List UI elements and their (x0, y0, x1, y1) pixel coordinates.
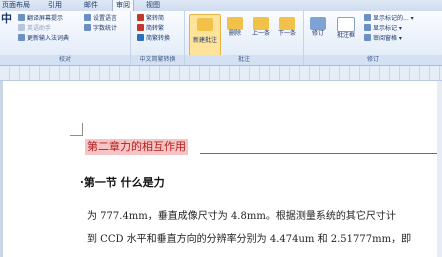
group-proofing: 中 翻译屏幕提示 英语助手 更新输入法词典 设置语言 字数统计 校对 (0, 11, 131, 65)
group-chinese-conversion: 繁转简 简转繁 简繁转换 中文简繁转换 (131, 11, 185, 65)
body-line-1[interactable]: 为 777.4mm，垂直成像尺寸为 4.8mm。根据测量系统的其它尺寸计 (87, 207, 396, 222)
ribbon: 中 翻译屏幕提示 英语助手 更新输入法词典 设置语言 字数统计 校对 繁转简 简… (0, 11, 442, 66)
chapter-heading[interactable]: 第二章力的相互作用 (85, 139, 188, 155)
delete-comment-icon (227, 17, 243, 30)
show-markup-dropdown[interactable]: 显示标记 ▾ (364, 24, 402, 33)
prev-comment-button[interactable]: 上一条 (249, 14, 273, 54)
chinese-char-icon: 中 (1, 12, 12, 25)
tab-mailings[interactable]: 邮件 (84, 0, 98, 11)
track-changes-icon (310, 17, 326, 30)
group-label-proofing: 校对 (0, 55, 130, 65)
vertical-scrollbar[interactable] (437, 81, 442, 257)
ruler-ticks (0, 66, 442, 80)
english-assistant-button[interactable]: 英语助手 (18, 24, 51, 33)
ribbon-tab-bar: 页面布局 引用 邮件 审阅 视图 (0, 0, 442, 12)
prev-comment-icon (253, 17, 269, 30)
translate-tip-button[interactable]: 翻译屏幕提示 (18, 14, 63, 23)
next-comment-button[interactable]: 下一条 (275, 14, 299, 54)
group-label-comments: 批注 (185, 55, 303, 65)
revision-line (200, 153, 442, 154)
simp-to-trad-button[interactable]: 简转繁 (137, 24, 164, 33)
set-language-button[interactable]: 设置语言 (84, 14, 117, 23)
group-label-chinese: 中文简繁转换 (131, 55, 184, 65)
convert-button[interactable]: 简繁转换 (137, 34, 170, 43)
group-label-tracking: 修订 (304, 55, 442, 65)
new-comment-button[interactable]: 新建批注 (189, 14, 221, 56)
section-heading[interactable]: ·第一节 什么是力 (80, 174, 165, 190)
trad-to-simp-button[interactable]: 繁转简 (137, 14, 164, 23)
next-comment-icon (279, 17, 295, 30)
margin-corner-mark (70, 123, 83, 136)
update-ime-dict-button[interactable]: 更新输入法词典 (18, 34, 69, 43)
display-for-review-dropdown[interactable]: 显示标记的... ▾ (364, 14, 414, 23)
reviewing-pane-dropdown[interactable]: 审阅窗格 ▾ (364, 34, 402, 43)
balloons-icon (337, 17, 355, 32)
body-line-2[interactable]: 到 CCD 水平和垂直方向的分辨率分别为 4.474um 和 2.51777mm… (87, 230, 411, 245)
group-tracking: 修订 批注框 显示标记的... ▾ 显示标记 ▾ 审阅窗格 ▾ 修订 (304, 11, 442, 65)
group-comments: 新建批注 删除 上一条 下一条 批注 (185, 11, 304, 65)
tab-page-layout[interactable]: 页面布局 (2, 0, 30, 11)
tab-view[interactable]: 视图 (146, 0, 160, 11)
left-margin-bar (0, 81, 3, 257)
balloons-button[interactable]: 批注框 (332, 14, 360, 54)
comment-icon (197, 18, 213, 31)
horizontal-ruler[interactable] (0, 66, 442, 81)
delete-comment-button[interactable]: 删除 (223, 14, 247, 54)
track-changes-button[interactable]: 修订 (306, 14, 330, 54)
tab-references[interactable]: 引用 (48, 0, 62, 11)
word-count-button[interactable]: 字数统计 (84, 24, 117, 33)
